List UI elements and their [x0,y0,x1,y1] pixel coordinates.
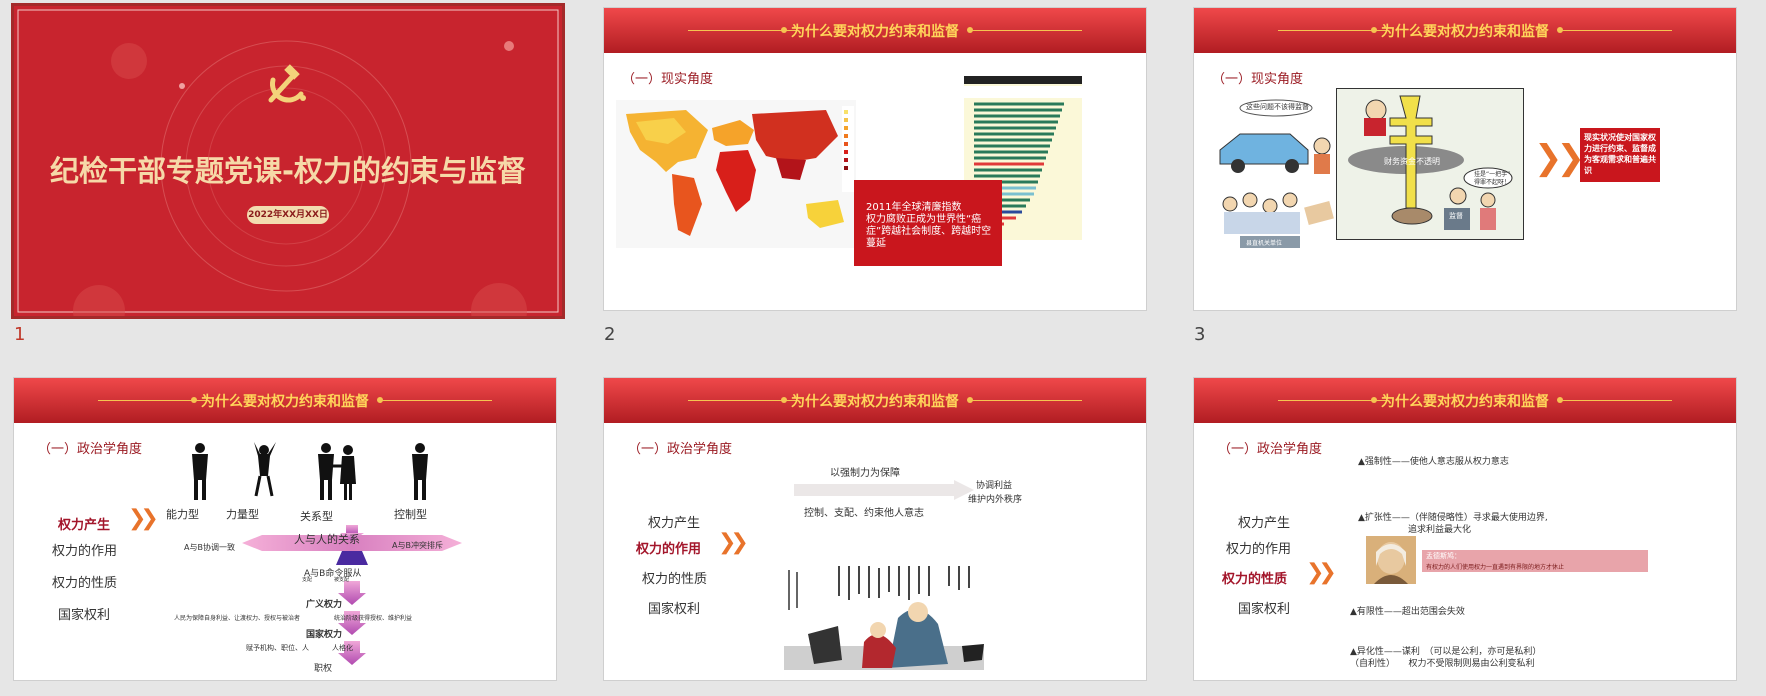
slide-4-narrow-r: 人格化 [332,644,353,652]
slide-6-point-4b: （自利性） 权力不受限制则易由公利变私利 [1350,659,1535,669]
slide-4-obey: A与B命令服从 [304,569,362,579]
double-chevron-right-icon: ❯❯ [1534,138,1585,178]
slide-6-quote-text: 有权力的人们使用权力一直遇到有界限的地方才休止 [1426,564,1565,571]
slide-5-right-1: 协调利益 [976,481,1013,491]
slide-5-bottom-text: 控制、支配、约束他人意志 [804,508,924,519]
slide-6-quote-title: 孟德斯鸠： [1426,552,1461,560]
slide-3-sign-1: 财务资金不透明 [1384,157,1440,166]
slide-4-menu-item-1: 权力产生 [58,518,111,533]
slide-6-header: 为什么要对权力约束和监督 [1194,378,1736,423]
slide-4-menu-item-2: 权力的作用 [52,544,118,559]
slide-6-point-2b: 追求利益最大化 [1408,525,1472,535]
slide-6-subtitle: （一）政治学角度 [1218,442,1323,457]
slide-1-date-badge: 2022年XX月XX日 [247,206,329,224]
slide-thumb-1[interactable]: 纪检干部专题党课-权力的约束与监督 2022年XX月XX日 [14,6,562,316]
slide-thumb-4[interactable]: 为什么要对权力约束和监督 （一）政治学角度 权力产生 ❯❯ 权力的作用 权力的性… [14,378,556,680]
slide-4-broad-r: 统治阶级获得授权、维护利益 [334,615,413,622]
slide-4-narrow: 国家权力 [306,630,343,640]
slide-2-header: 为什么要对权力约束和监督 [604,8,1146,53]
slide-6-chevron-icon: ❯❯ [1306,560,1337,585]
slide-4-menu-item-4: 国家权利 [58,608,111,623]
slide-5-arrow [794,480,974,500]
world-corruption-map [616,100,856,248]
slide-thumb-2[interactable]: 为什么要对权力约束和监督 （一）现实角度 2011年全球清廉指数 权力腐败正成为… [604,8,1146,310]
slide-4-small-r: 被支配 [334,577,350,583]
slide-3-bubble-1: 这些问题不该得监督 [1246,103,1309,111]
slide-3-bubble-2: 挂是“一把手” 得罪不起呀！ [1474,171,1511,186]
slide-6-menu-item-3: 权力的性质 [1222,572,1288,587]
slide-4-header-title: 为什么要对权力约束和监督 [201,394,369,410]
slide-5-right-2: 维护内外秩序 [968,495,1023,505]
slide-6-point-3: ▲有限性——超出范围会失效 [1350,607,1465,617]
slide-thumb-5[interactable]: 为什么要对权力约束和监督 （一）政治学角度 权力产生 权力的作用 ❯❯ 权力的性… [604,378,1146,680]
slide-4-header: 为什么要对权力约束和监督 [14,378,556,423]
slide-thumb-3[interactable]: 为什么要对权力约束和监督 （一）现实角度 这些问题不该得监督 县直机关单位 财务… [1194,8,1736,310]
slide-3-header-title: 为什么要对权力约束和监督 [1381,24,1549,40]
slide-5-menu-item-4: 国家权利 [648,602,701,617]
slide-5-subtitle: （一）政治学角度 [628,442,733,457]
slide-5-header: 为什么要对权力约束和监督 [604,378,1146,423]
slide-3-sign-2: 县直机关单位 [1246,240,1283,247]
slide-4-chevron-icon: ❯❯ [128,506,159,531]
slide-3-header: 为什么要对权力约束和监督 [1194,8,1736,53]
slide-4-type-3: 关系型 [300,510,333,523]
slide-number-1: 1 [14,324,26,345]
slide-2-callout-text: 2011年全球清廉指数 权力腐败正成为世界性“癌症”跨越社会制度、跨越时空蔓延 [866,202,992,249]
slide-3-conclusion-text: 现实状况使对国家权力进行约束、监督成为客观需求和普遍共识 [1584,133,1656,175]
slide-4-subtitle: （一）政治学角度 [38,442,143,457]
slide-5-menu-item-3: 权力的性质 [642,572,708,587]
montesquieu-portrait [1366,536,1416,584]
slide-5-menu-item-2: 权力的作用 [636,542,702,557]
slide-number-2: 2 [604,324,616,345]
slide-4-right: A与B冲突排斥 [392,541,443,550]
slide-2-subtitle: （一）现实角度 [622,72,714,87]
slide-3-subtitle: （一）现实角度 [1212,72,1304,87]
slide-6-menu-item-4: 国家权利 [1238,602,1291,617]
slide-4-small-l: 支配 [302,577,313,583]
slide-4-narrow-l: 赋予机构、职位、人 [246,644,309,652]
ink-painting-image [778,564,990,674]
slide-5-menu-item-1: 权力产生 [648,516,701,531]
slide-6-point-1: ▲强制性——使他人意志服从权力意志 [1358,457,1509,467]
slide-6-header-title: 为什么要对权力约束和监督 [1381,394,1549,410]
slide-3-label: 监督 [1449,212,1463,220]
slide-4-type-1: 能力型 [166,508,199,521]
slide-thumb-6[interactable]: 为什么要对权力约束和监督 （一）政治学角度 权力产生 权力的作用 权力的性质 ❯… [1194,378,1736,680]
slide-4-duty: 职权 [314,664,333,674]
slide-5-header-title: 为什么要对权力约束和监督 [791,394,959,410]
slide-1-title: 纪检干部专题党课-权力的约束与监督 [49,154,527,188]
slide-4-relation: 人与人的关系 [294,533,360,546]
slide-number-3: 3 [1194,324,1206,345]
slide-4-broad-l: 人民为保障自身利益、让渡权力、授权与被治者 [174,615,301,622]
slide-4-left: A与B协调一致 [184,543,235,552]
slide-4-menu-item-3: 权力的性质 [52,576,118,591]
slide-6-menu-item-2: 权力的作用 [1226,542,1292,557]
slide-2-header-title: 为什么要对权力约束和监督 [791,24,959,40]
slide-5-top-text: 以强制力为保障 [830,468,900,479]
slide-5-chevron-icon: ❯❯ [718,530,749,555]
slide-4-type-4: 控制型 [394,508,427,521]
slide-4-broad: 广义权力 [306,600,343,610]
hammer-sickle-icon [268,64,306,103]
silhouette-figures [192,442,428,500]
slide-4-type-2: 力量型 [226,508,259,521]
slide-6-menu-item-1: 权力产生 [1238,516,1291,531]
